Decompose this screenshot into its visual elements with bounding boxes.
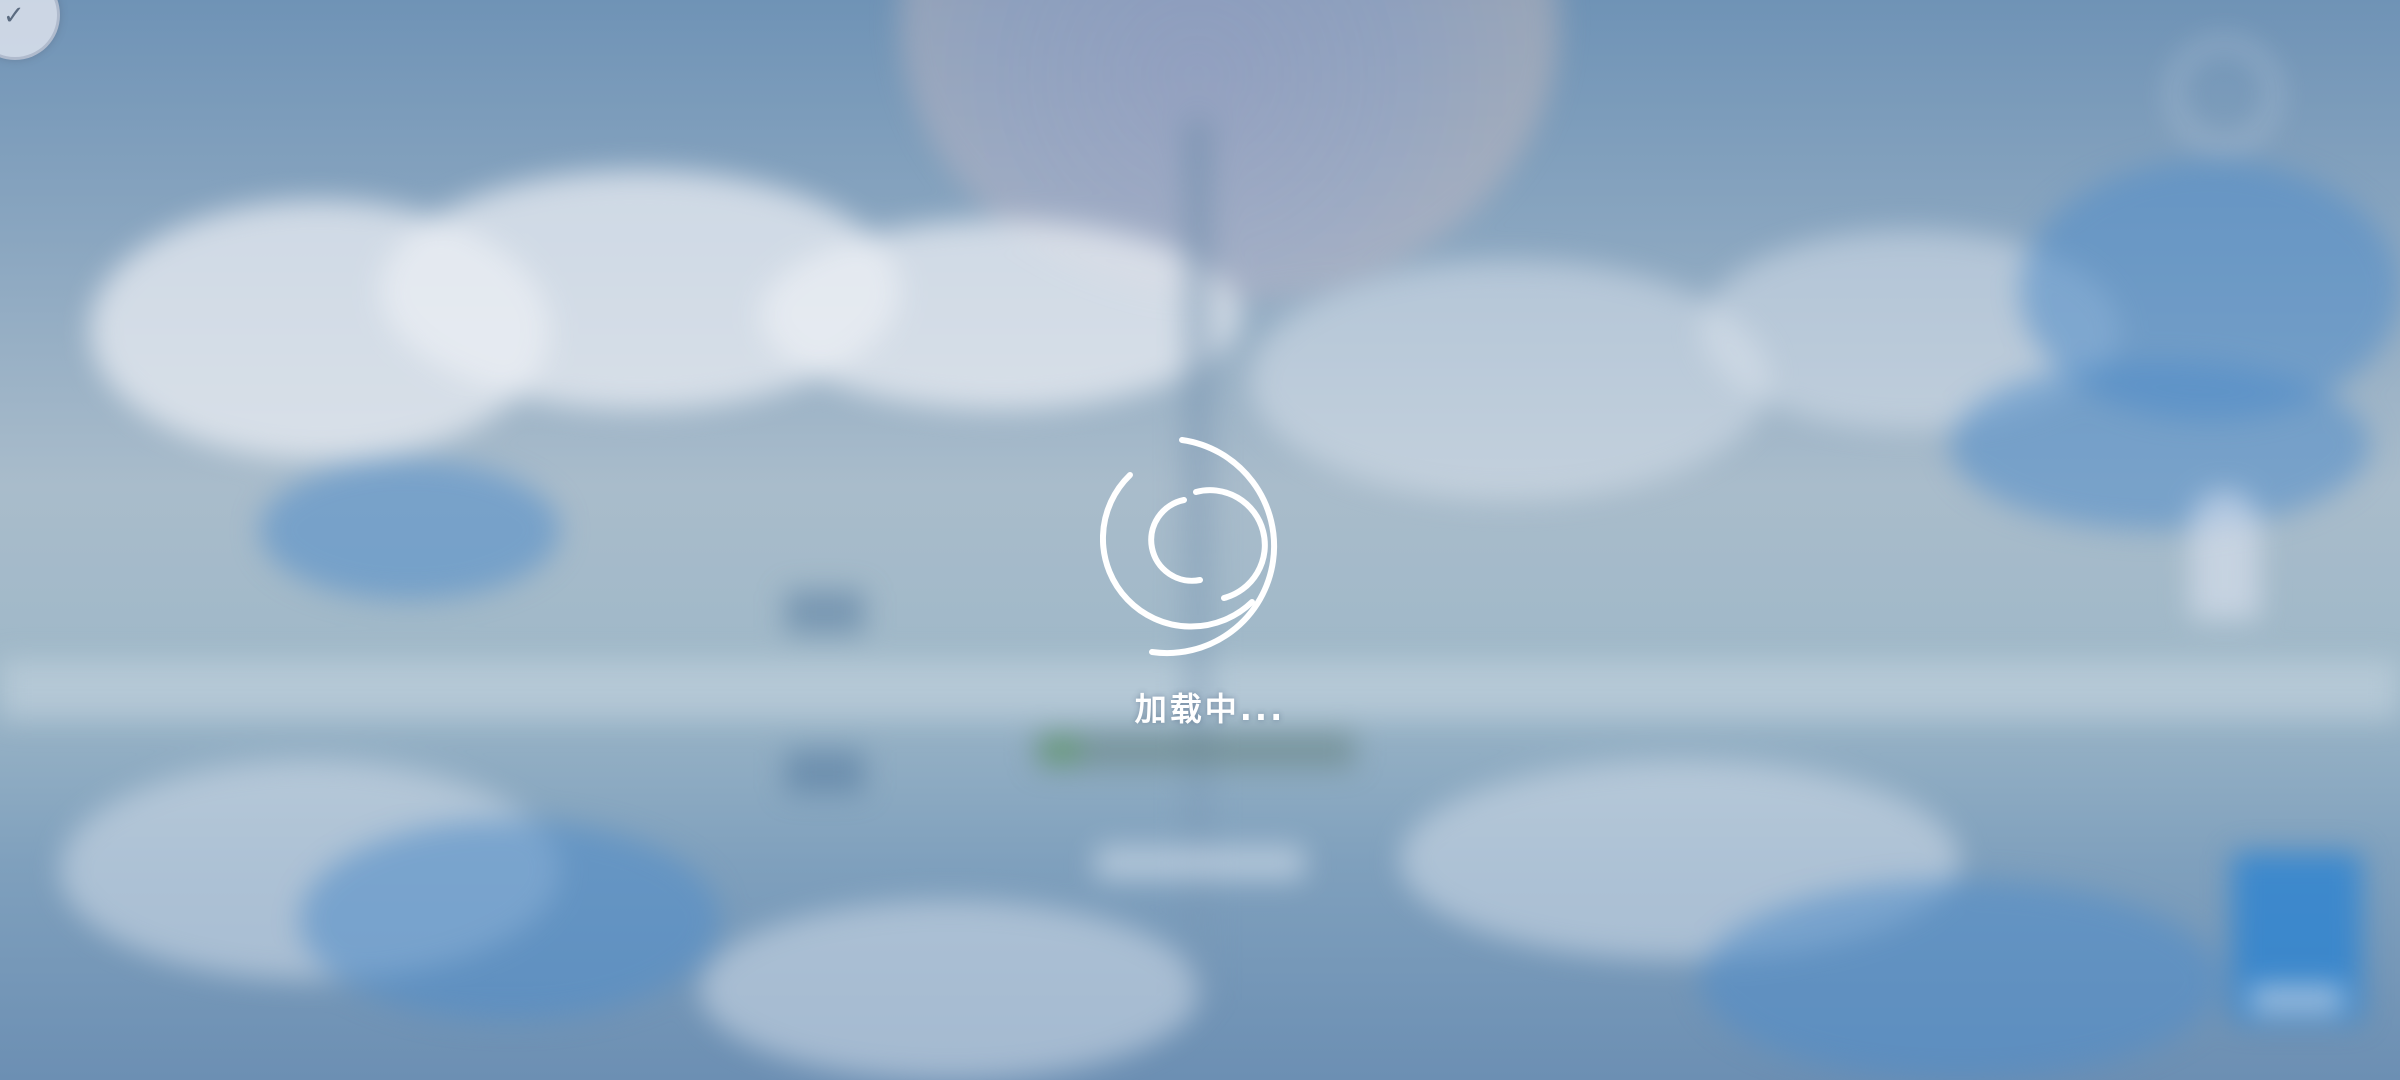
background-icon: [2170, 40, 2278, 148]
background-progress-bar: [1035, 732, 1355, 768]
shield-check-icon: ✓: [3, 1, 25, 31]
background-cloud: [260, 460, 560, 600]
background-card: [2232, 852, 2362, 1022]
background-element: [785, 750, 865, 794]
background-cloud: [1700, 880, 2220, 1080]
background-cloud: [1250, 260, 1770, 500]
background-cloud: [300, 820, 720, 1020]
background-cloud: [760, 220, 1240, 410]
loading-spinner-icon: [1100, 420, 1324, 664]
loading-screen: ✓ 加载中...: [0, 0, 2400, 1080]
loading-label: 加载中...: [1134, 690, 1286, 728]
background-cloud: [1950, 360, 2370, 530]
background-element: [785, 590, 865, 634]
background-text: [1095, 846, 1305, 880]
background-cloud: [700, 900, 1200, 1080]
background-figure: [2190, 490, 2260, 620]
